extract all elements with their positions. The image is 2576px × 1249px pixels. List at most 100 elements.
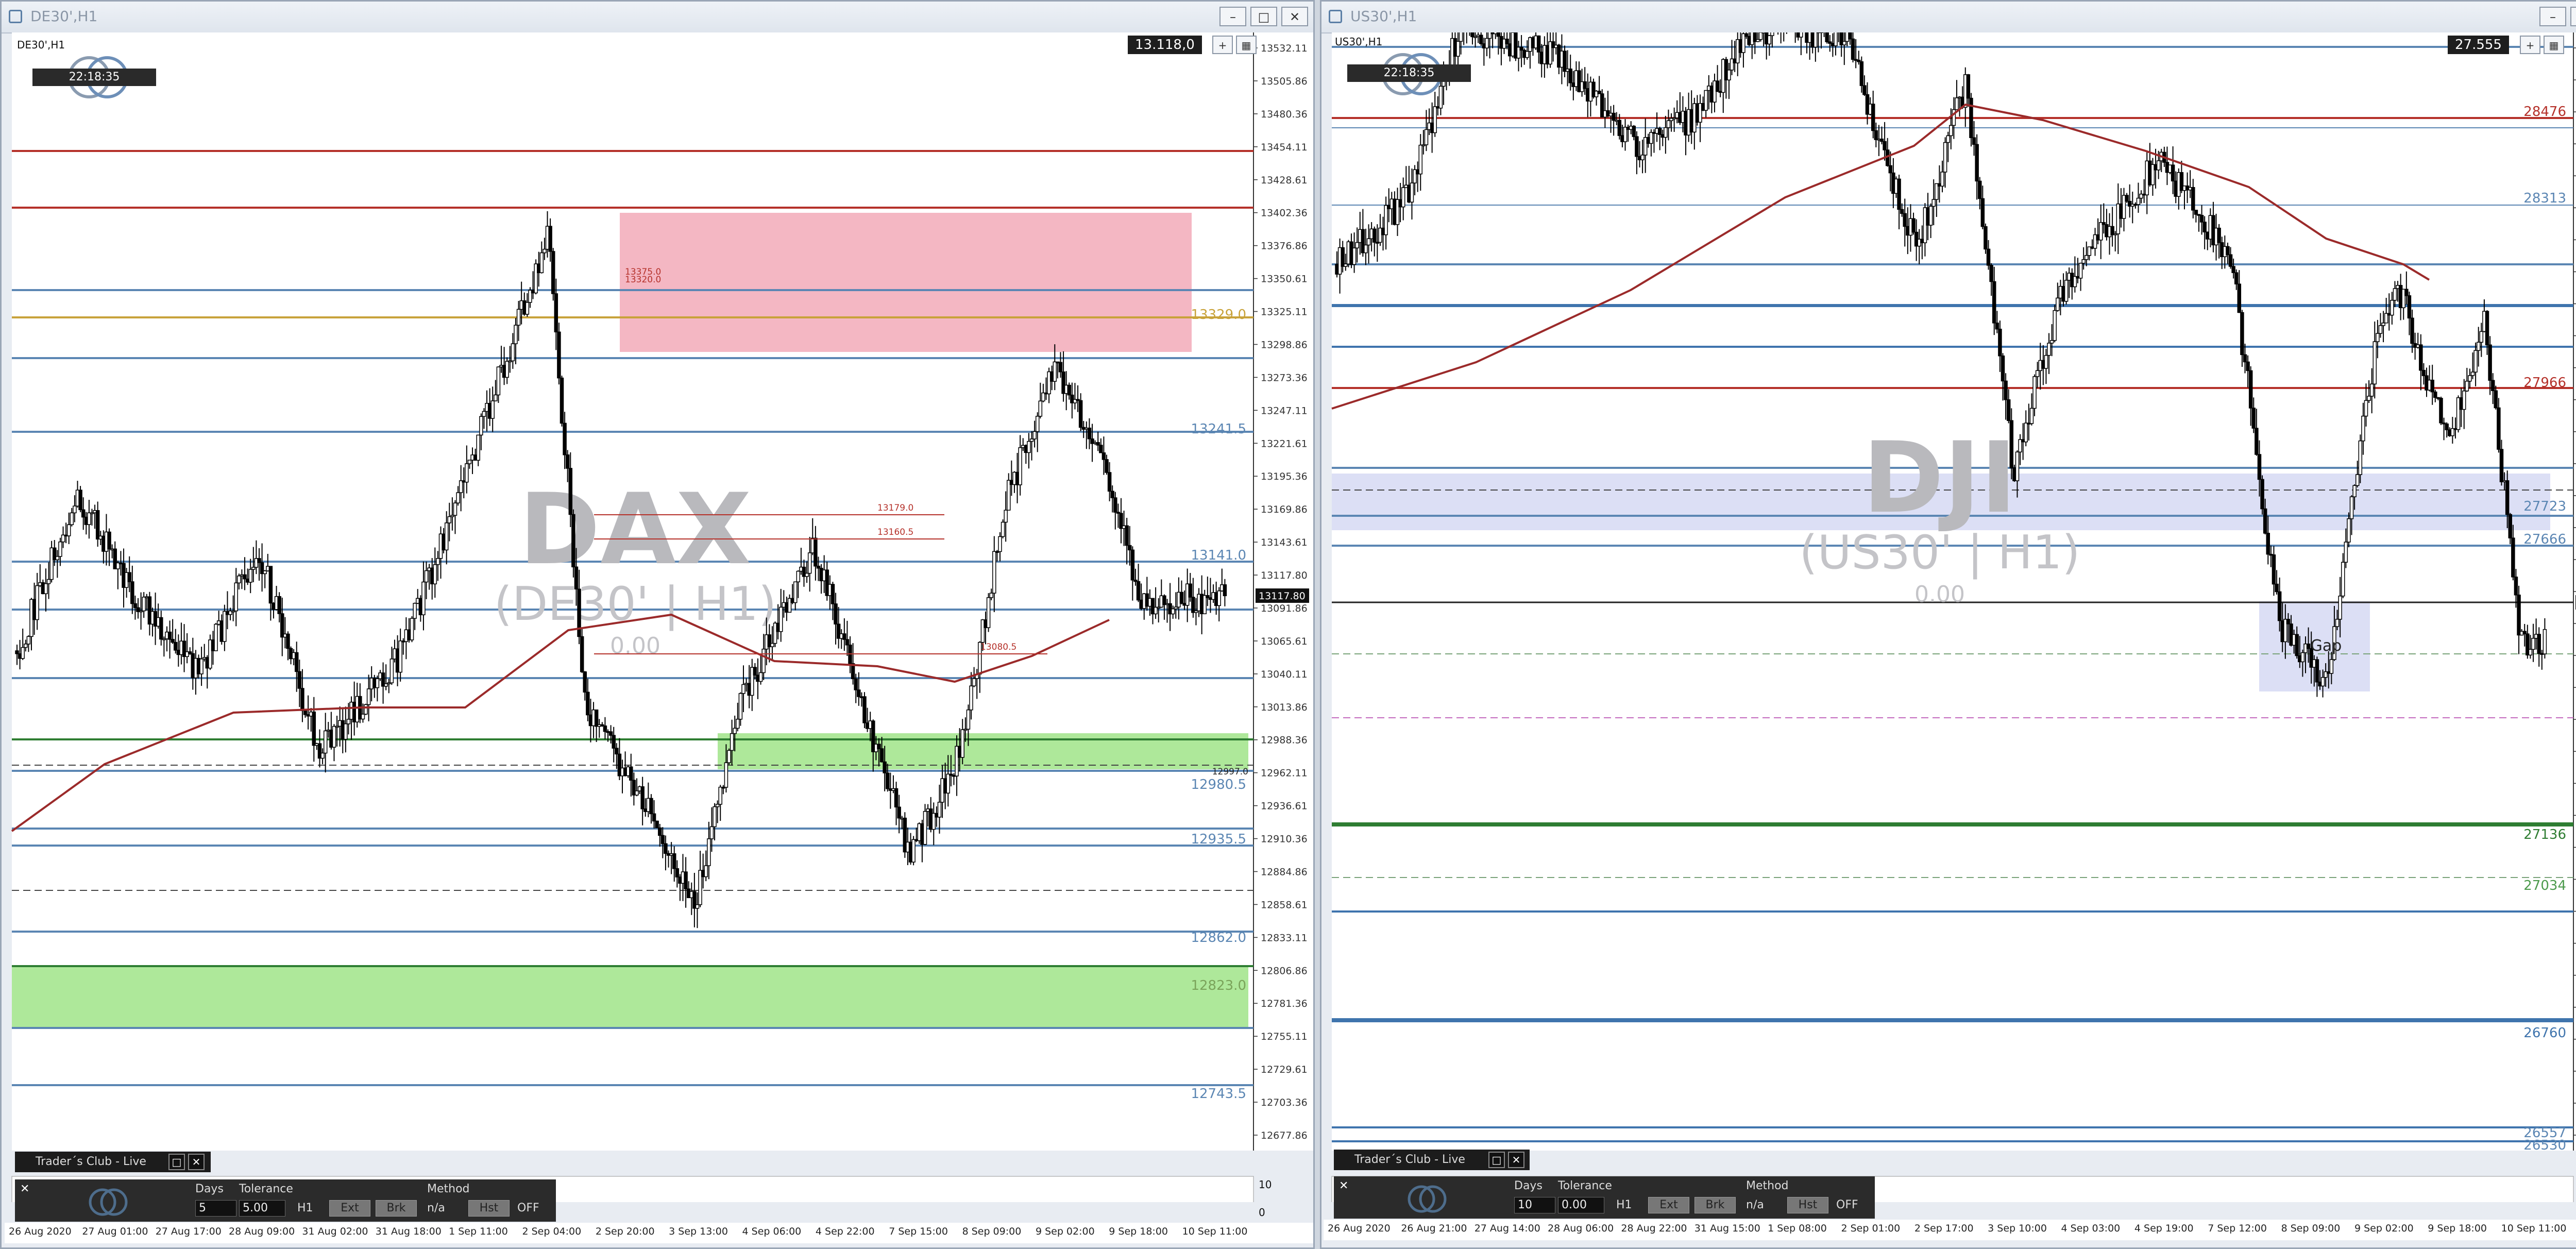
candle-body [1814, 32, 1818, 48]
y-tick-label: 13117.80 [1261, 570, 1308, 581]
days-input[interactable]: 10 [1514, 1197, 1555, 1213]
maximize-button[interactable]: □ [2570, 7, 2576, 26]
level-label: 27034 [2523, 878, 2566, 893]
y-tick-label: 13428.61 [1261, 175, 1308, 186]
candle-body [1848, 32, 1852, 40]
x-tick-label: 26 Aug 2020 [9, 1226, 72, 1237]
dji-titlebar[interactable]: US30',H1 – □ ✕ [1321, 2, 2576, 33]
hst-button[interactable]: Hst [1787, 1197, 1828, 1213]
tolerance-input[interactable]: 0.00 [1558, 1197, 1604, 1213]
hst-button[interactable]: Hst [468, 1200, 510, 1217]
candle-body [594, 709, 599, 727]
brk-button[interactable]: Brk [1694, 1197, 1736, 1213]
ext-button[interactable]: Ext [1648, 1197, 1689, 1213]
candle-body [1459, 32, 1463, 42]
dji-tab-close-button[interactable]: ✕ [1508, 1152, 1524, 1168]
dax-tab-restore-button[interactable]: □ [168, 1154, 185, 1170]
candle-body [733, 728, 737, 734]
close-button[interactable]: ✕ [1281, 7, 1308, 26]
y-tick-label: 13195.36 [1261, 471, 1308, 482]
candle-body [456, 492, 460, 503]
x-tick-label: 1 Sep 11:00 [449, 1226, 508, 1237]
ext-button[interactable]: Ext [329, 1200, 370, 1217]
x-tick-label: 28 Aug 22:00 [1621, 1223, 1687, 1234]
off-toggle[interactable]: OFF [517, 1200, 539, 1217]
minimize-button[interactable]: – [2539, 7, 2566, 26]
candle-body [2125, 195, 2129, 202]
y-tick-label: 12962.11 [1261, 768, 1308, 779]
candle-body [2098, 222, 2103, 241]
dji-tab-restore-button[interactable]: □ [1488, 1152, 1505, 1168]
candle-body [1563, 50, 1567, 72]
candle-body [1087, 427, 1092, 440]
candle-body [1099, 445, 1103, 453]
candle-body [2347, 518, 2351, 543]
dax-chart-window[interactable]: DE30',H1 – □ ✕ 13329.0 13241.5 13141.0 1298… [0, 0, 1315, 1249]
candle-body [2255, 428, 2259, 455]
candle-body [286, 633, 290, 649]
candle-body [796, 570, 801, 583]
candle-body [992, 551, 996, 594]
watermark-symbol: DJI [1862, 421, 2016, 535]
candle-body [727, 750, 731, 763]
method-value[interactable]: n/a [427, 1200, 445, 1217]
candle-body [2473, 350, 2478, 373]
x-tick-label: 28 Aug 09:00 [229, 1226, 295, 1237]
y-tick-label: 13532.11 [1261, 43, 1308, 54]
dax-grid-button[interactable]: ▦ [1236, 36, 1257, 54]
candle-body [1004, 510, 1008, 523]
candle-body [1727, 70, 1731, 81]
candle-body [1188, 583, 1193, 598]
dji-chart-window[interactable]: US30',H1 – □ ✕ 28476 28313 27966 27723 27666… [1320, 0, 2576, 1249]
candle-body [560, 377, 564, 424]
candle-body [2462, 390, 2466, 410]
current-price-label: 13117.80 [1259, 590, 1306, 602]
candle-body [2029, 408, 2034, 424]
off-toggle[interactable]: OFF [1836, 1197, 1858, 1213]
candle-body [1505, 39, 1509, 44]
candle-body [2257, 454, 2262, 480]
x-tick-label: 9 Sep 02:00 [1035, 1226, 1095, 1237]
minimize-button[interactable]: – [1219, 7, 1246, 26]
candle-body [565, 454, 570, 469]
candle-body [237, 575, 241, 584]
y-tick-label: 12833.11 [1261, 932, 1308, 943]
candle-body [1834, 32, 1838, 46]
candle-body [2246, 361, 2250, 372]
candle-body [969, 685, 973, 711]
panel-close-icon[interactable]: ✕ [1339, 1179, 1348, 1192]
panel-close-icon[interactable]: ✕ [20, 1183, 29, 1195]
dax-add-button[interactable]: + [1212, 36, 1233, 54]
zone-0 [620, 213, 1192, 352]
watermark-sub: (DE30' | H1) [494, 577, 776, 631]
dax-titlebar[interactable]: DE30',H1 – □ ✕ [2, 2, 1313, 33]
dax-price-chart[interactable]: 13329.0 13241.5 13141.0 12980.5 12935.5 12862… [2, 32, 1313, 1202]
method-value[interactable]: n/a [1746, 1197, 1764, 1213]
dji-grid-button[interactable]: ▦ [2544, 36, 2564, 54]
gap-label: Gap [2311, 637, 2342, 655]
candle-body [2497, 407, 2501, 450]
brk-button[interactable]: Brk [376, 1200, 417, 1217]
candle-body [695, 904, 700, 909]
chart-window-icon [1329, 10, 1342, 23]
days-input[interactable]: 5 [195, 1200, 236, 1217]
x-tick-label: 27 Aug 14:00 [1474, 1223, 1540, 1234]
candle-body [1018, 447, 1022, 485]
candle-body [1943, 142, 1947, 173]
level-label: 26760 [2523, 1025, 2566, 1041]
candle-body [1888, 165, 1893, 174]
maximize-button[interactable]: □ [1250, 7, 1277, 26]
candle-body [1972, 137, 1976, 145]
fib-label: 13320.0 [625, 275, 661, 285]
candle-body [1597, 91, 1601, 94]
dax-tab-close-button[interactable]: ✕ [188, 1154, 205, 1170]
candle-body [660, 835, 665, 845]
dji-price-chart[interactable]: 28476 28313 27966 27723 27666 27136 27034 26760… [1321, 32, 2576, 1202]
candle-body [886, 772, 890, 789]
candle-body [44, 583, 48, 595]
candle-body [2306, 643, 2311, 649]
candle-body [421, 581, 426, 615]
tolerance-input[interactable]: 5.00 [239, 1200, 285, 1217]
candle-body [2338, 595, 2342, 620]
dji-add-button[interactable]: + [2520, 36, 2540, 54]
